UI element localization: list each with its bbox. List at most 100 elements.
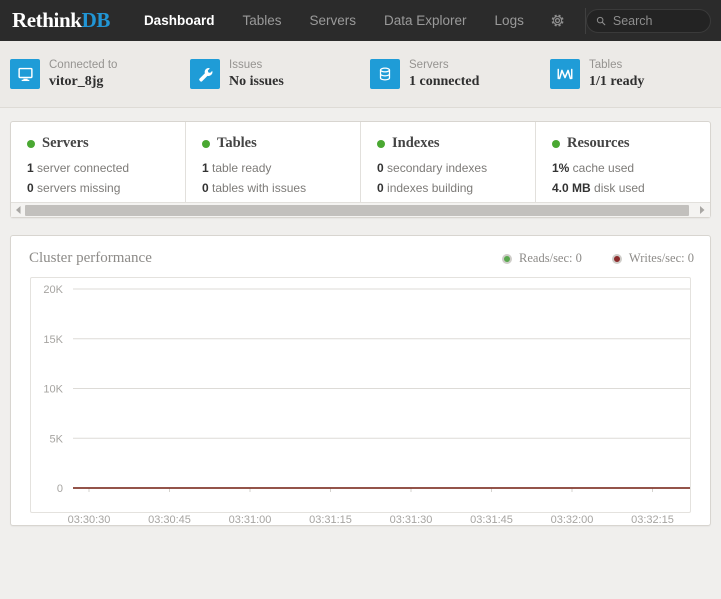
legend-label-reads: Reads/sec: 0: [519, 251, 582, 265]
settings-button[interactable]: [538, 7, 577, 34]
card-line-value: 1: [202, 161, 209, 175]
card-line-value: 0: [377, 161, 384, 175]
scroll-left-arrow-icon[interactable]: [13, 204, 24, 217]
status-item-issues: Issues No issues: [190, 58, 370, 91]
status-dot-icon: [202, 139, 210, 148]
cluster-status-bar: Connected to vitor_8jg Issues No issues …: [0, 41, 721, 108]
card-line: 1% cache used: [552, 159, 710, 179]
summary-horizontal-scrollbar[interactable]: [11, 202, 710, 217]
card-line-value: 0: [377, 180, 384, 195]
chart-x-tick-label: 03:31:45: [470, 514, 513, 526]
card-line-text: cache used: [569, 161, 635, 175]
card-line: 0 indexes building: [377, 179, 535, 199]
gear-icon: [551, 14, 564, 27]
nav-item-dashboard[interactable]: Dashboard: [130, 7, 229, 34]
card-header: Tables: [202, 135, 360, 152]
cluster-summary-panel: Servers 1 server connected 0 servers mis…: [10, 121, 711, 218]
peak-chart-icon: [550, 59, 580, 89]
chart-x-axis-labels: 03:30:30 03:30:45 03:31:00 03:31:15 03:31:30…: [31, 514, 690, 532]
summary-card-tables: Tables 1 table ready 0 tables with issue…: [186, 122, 361, 202]
card-line: 1 server connected: [27, 159, 185, 179]
card-header: Resources: [552, 135, 710, 152]
card-line-value: 4.0 MB: [552, 180, 591, 195]
nav-menu: Dashboard Tables Servers Data Explorer L…: [130, 7, 586, 34]
status-value: vitor_8jg: [49, 73, 104, 89]
chart-plot-clip: 0 5K 10K 15K 20K: [31, 278, 690, 512]
chart-x-tick-label: 03:31:30: [389, 514, 433, 526]
chart-svg: 0 5K 10K 15K 20K: [43, 284, 690, 495]
card-line-value: 1%: [552, 161, 570, 175]
status-value: 1 connected: [409, 73, 480, 89]
performance-chart[interactable]: 0 5K 10K 15K 20K 03:30:30 03:30:45 03:31:00 03:…: [30, 277, 691, 526]
chart-y-tick-label: 15K: [43, 334, 63, 346]
card-line-value: 1: [27, 161, 34, 175]
status-label: Tables: [589, 58, 623, 71]
card-line-text: table ready: [208, 161, 272, 175]
logo-accent-text: DB: [81, 8, 111, 32]
chart-y-tick-label: 5K: [50, 433, 64, 445]
card-line-text: indexes building: [383, 180, 474, 195]
status-value: No issues: [229, 73, 284, 89]
card-line-text: tables with issues: [208, 180, 307, 195]
wrench-icon: [190, 59, 220, 89]
search-input[interactable]: [612, 13, 701, 28]
nav-item-logs[interactable]: Logs: [481, 7, 538, 34]
summary-cards-row: Servers 1 server connected 0 servers mis…: [11, 122, 710, 202]
legend-dot-writes-icon: [611, 253, 622, 264]
nav-item-servers[interactable]: Servers: [295, 7, 370, 34]
database-icon: [370, 59, 400, 89]
search-box[interactable]: [585, 8, 711, 33]
performance-legend: Reads/sec: 0 Writes/sec: 0: [502, 251, 694, 266]
card-title: Indexes: [392, 135, 440, 151]
nav-item-tables[interactable]: Tables: [228, 7, 295, 34]
card-line-text: server connected: [33, 161, 130, 175]
summary-card-resources: Resources 1% cache used 4.0 MB disk used: [536, 122, 710, 202]
nav-item-data-explorer[interactable]: Data Explorer: [370, 7, 481, 34]
card-header: Indexes: [377, 135, 535, 152]
performance-header: Cluster performance Reads/sec: 0 Writes/…: [11, 236, 710, 277]
card-header: Servers: [27, 135, 185, 152]
status-value: 1/1 ready: [589, 73, 645, 89]
scroll-right-arrow-icon[interactable]: [697, 204, 708, 217]
chart-x-tick-label: 03:31:00: [228, 514, 272, 526]
card-title: Tables: [217, 135, 257, 151]
performance-title: Cluster performance: [29, 250, 152, 266]
status-item-tables: Tables 1/1 ready: [550, 58, 721, 91]
chart-x-tick-label: 03:32:00: [550, 514, 594, 526]
chart-x-tick-label: 03:32:15: [631, 514, 674, 526]
monitor-icon: [10, 59, 40, 89]
chart-y-tick-label: 0: [57, 483, 63, 495]
search-icon: [596, 16, 606, 25]
cluster-performance-panel: Cluster performance Reads/sec: 0 Writes/…: [10, 235, 711, 526]
status-item-servers: Servers 1 connected: [370, 58, 550, 91]
summary-card-servers: Servers 1 server connected 0 servers mis…: [11, 122, 186, 202]
card-line: 0 secondary indexes: [377, 159, 535, 179]
top-navigation-bar: RethinkDB Dashboard Tables Servers Data …: [0, 0, 721, 41]
scrollbar-track[interactable]: [25, 204, 696, 216]
legend-item-reads[interactable]: Reads/sec: 0: [502, 251, 582, 266]
card-line: 4.0 MB disk used: [552, 179, 710, 199]
status-dot-icon: [377, 139, 385, 148]
card-line-value: 0: [202, 180, 209, 195]
card-line: 0 servers missing: [27, 179, 185, 199]
scrollbar-thumb[interactable]: [25, 204, 690, 216]
legend-label-writes: Writes/sec: 0: [628, 251, 694, 265]
status-dot-icon: [552, 139, 560, 148]
status-dot-icon: [27, 139, 35, 148]
card-line-text: servers missing: [33, 180, 121, 195]
status-label: Connected to: [49, 58, 118, 71]
card-line-text: disk used: [590, 180, 645, 195]
card-line: 0 tables with issues: [202, 179, 360, 199]
card-line-value: 0: [27, 180, 34, 195]
chart-y-tick-label: 20K: [43, 284, 63, 296]
app-logo[interactable]: RethinkDB: [12, 8, 110, 33]
main-content: Servers 1 server connected 0 servers mis…: [0, 108, 721, 526]
status-label: Servers: [409, 58, 449, 71]
legend-dot-reads-icon: [502, 253, 513, 264]
card-line: 1 table ready: [202, 159, 360, 179]
status-item-connected-to: Connected to vitor_8jg: [10, 58, 190, 91]
chart-x-tick-label: 03:30:30: [67, 514, 111, 526]
legend-item-writes[interactable]: Writes/sec: 0: [611, 251, 694, 266]
card-line-text: secondary indexes: [383, 161, 488, 175]
summary-card-indexes: Indexes 0 secondary indexes 0 indexes bu…: [361, 122, 536, 202]
